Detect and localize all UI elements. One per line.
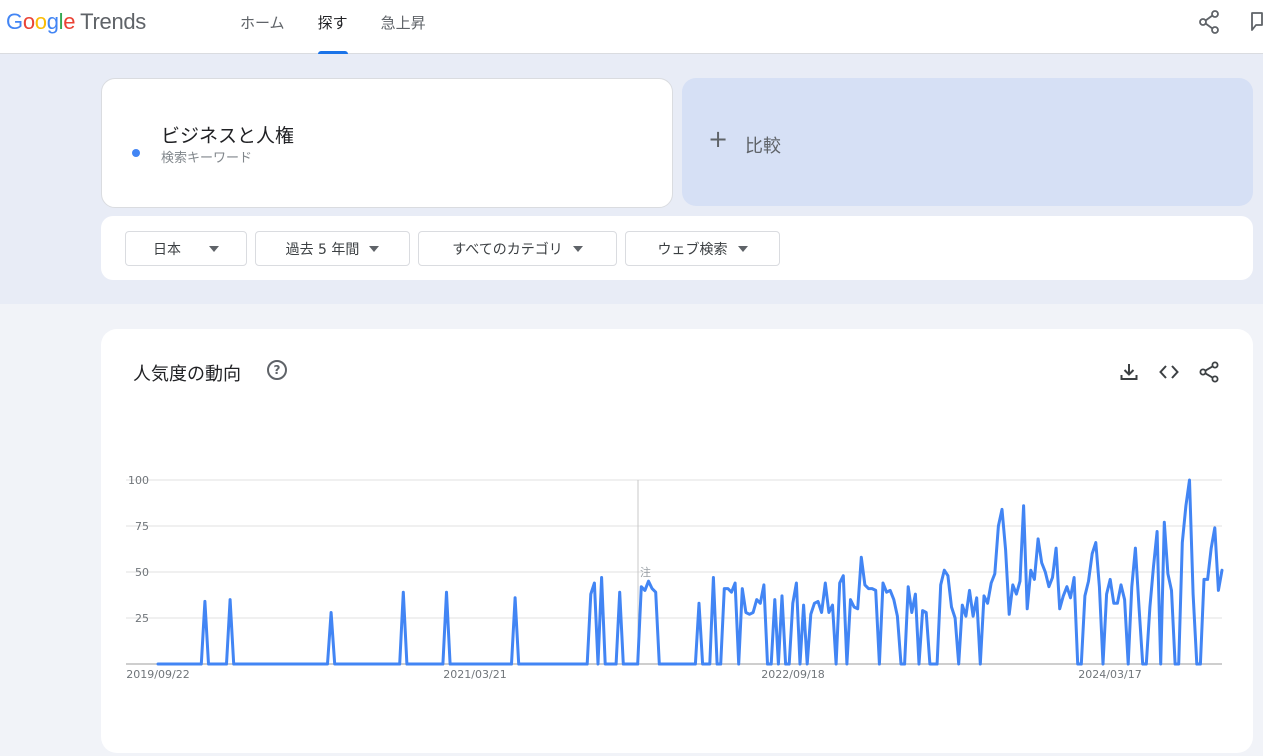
search-term-text[interactable]: ビジネスと人権 [161,121,294,148]
search-type-filter-label: ウェブ検索 [657,241,728,258]
y-tick-label: 25 [135,612,149,625]
region-filter[interactable]: 日本 [125,231,247,266]
search-type-filter[interactable]: ウェブ検索 [625,231,780,266]
y-tick-label: 50 [135,566,149,579]
y-axis-ticks: 25 50 75 100 [128,474,149,625]
nav-tab-explore[interactable]: 探す [317,0,348,54]
filter-bar: 日本 過去 5 年間 すべてのカテゴリ ウェブ検索 [101,216,1253,280]
interest-over-time-card: 人気度の動向 ? 25 50 75 100 2019/09/22 2021/03/21 2… [101,329,1253,753]
top-bar: Google Trends ホーム 探す 急上昇 [0,0,1263,54]
x-tick-label: 2021/03/21 [443,668,506,681]
x-axis-ticks: 2019/09/22 2021/03/21 2022/09/18 2024/03/17 [126,668,1141,681]
search-term-type: 検索キーワード [161,151,253,166]
interest-line-chart[interactable]: 25 50 75 100 2019/09/22 2021/03/21 2022/09/18… [101,329,1253,753]
nav-tab-home[interactable]: ホーム [240,0,285,54]
series-color-dot [132,149,140,157]
logo-google-wordmark: Google [6,9,76,34]
time-range-filter[interactable]: 過去 5 年間 [255,231,410,266]
y-tick-label: 100 [128,474,149,487]
compare-button[interactable]: + 比較 [682,78,1253,206]
category-filter[interactable]: すべてのカテゴリ [418,231,617,266]
time-range-filter-label: 過去 5 年間 [285,241,360,258]
y-tick-label: 75 [135,520,149,533]
x-tick-label: 2022/09/18 [761,668,824,681]
dropdown-caret-icon [369,245,380,252]
region-filter-label: 日本 [153,241,181,258]
category-filter-label: すべてのカテゴリ [452,241,563,258]
dropdown-caret-icon [209,245,219,252]
share-icon[interactable] [1198,10,1220,38]
compare-label: 比較 [745,136,781,157]
flag-icon[interactable] [1250,10,1263,38]
x-tick-label: 2024/03/17 [1078,668,1141,681]
plus-icon: + [708,125,729,153]
search-term-card[interactable]: ビジネスと人権 検索キーワード [101,78,673,208]
dropdown-caret-icon [737,245,748,252]
logo-product-name: Trends [80,9,147,34]
dropdown-caret-icon [572,245,583,252]
annotation-marker-label[interactable]: 注 [640,565,651,579]
x-tick-label: 2019/09/22 [126,668,189,681]
nav-tab-trending[interactable]: 急上昇 [381,0,426,54]
google-trends-logo[interactable]: Google Trends [6,9,146,35]
main-nav: ホーム 探す 急上昇 [240,0,426,54]
